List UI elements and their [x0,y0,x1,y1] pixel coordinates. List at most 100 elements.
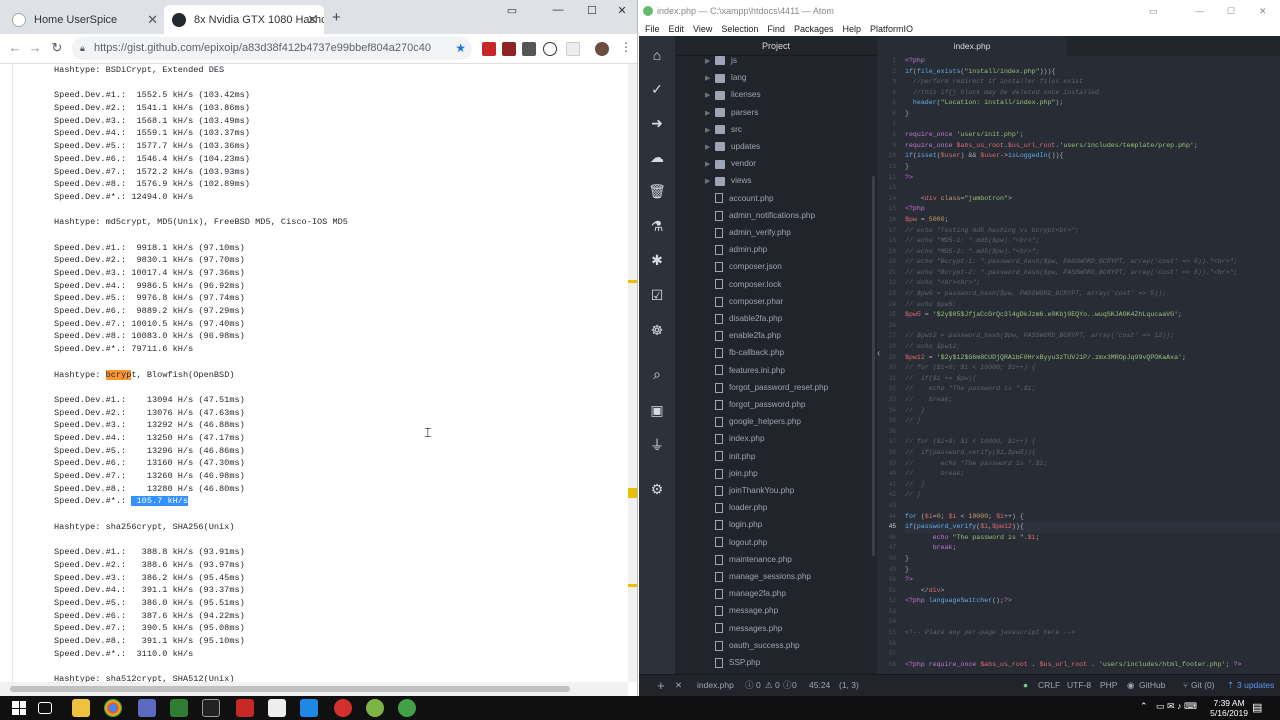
tree-file[interactable]: init.php [715,448,755,465]
avatar[interactable] [595,42,609,56]
scroll-thumb[interactable] [10,686,570,692]
trash-icon[interactable]: 🗑︎ [648,182,666,200]
atom-icon[interactable] [398,699,416,717]
tree-file[interactable]: forgot_password.php [715,396,805,413]
tree-file[interactable]: forgot_password_reset.php [715,379,828,396]
menu-icon[interactable]: ⋮ [620,40,632,54]
menu-item[interactable]: View [693,22,712,36]
tree-file[interactable]: oauth_success.php [715,637,800,654]
menu-item[interactable]: Edit [669,22,685,36]
tree-file[interactable]: messages.php [715,620,782,637]
close-window-icon[interactable]: ✕ [610,4,634,20]
tree-file[interactable]: SSP.php [715,654,760,671]
warnings-count[interactable]: 0 [775,675,780,696]
tray-chevron-icon[interactable]: ⌃ [1140,701,1148,712]
tree-file[interactable]: account.php [715,190,774,207]
tree-folder[interactable]: ▶ js [705,52,737,69]
task-view-icon[interactable] [38,702,52,714]
terminal-icon[interactable] [202,699,220,717]
tree-file[interactable]: maintenance.php [715,551,792,568]
filezilla-icon[interactable] [236,699,254,717]
extension-icon[interactable] [482,42,496,56]
chrome-icon[interactable] [104,699,122,717]
fullscreen-icon[interactable]: ▭ [1149,0,1158,22]
tree-file[interactable]: google_helpers.php [715,413,801,430]
encoding[interactable]: UTF-8 [1067,675,1091,696]
tree-file[interactable]: enable2fa.php [715,327,781,344]
tree-folder[interactable]: ▶ licenses [705,86,761,103]
tree-folder[interactable]: ▶ updates [705,138,760,155]
tree-file[interactable]: composer.lock [715,276,781,293]
address-bar[interactable]: 🔒︎ https://gist.github.com/epixoip/a83d3… [72,37,472,60]
minimize-icon[interactable]: — [1195,0,1204,22]
menu-item[interactable]: Help [842,22,861,36]
menu-item[interactable]: PlatformIO [870,22,913,36]
tree-file[interactable]: logout.php [715,534,767,551]
tab-home-userspice[interactable]: Home UserSpice ✕ [4,5,164,34]
flask-icon[interactable]: ⚗ [648,217,666,235]
tree-folder[interactable]: ▶ src [705,121,742,138]
menu-item[interactable]: Packages [794,22,834,36]
github-button[interactable]: GitHub [1139,675,1165,696]
tree-file[interactable]: composer.phar [715,293,783,310]
updates-button[interactable]: 3 updates [1237,675,1274,696]
status-file[interactable]: index.php [697,675,734,696]
problems-count[interactable]: 0 [756,675,761,696]
close-window-icon[interactable]: ✕ [1259,0,1267,22]
bookmark-star-icon[interactable]: ★ [455,37,466,60]
maximize-icon[interactable]: ☐ [1227,0,1235,22]
calculator-icon[interactable] [268,699,286,717]
plug-icon[interactable]: ⏚ [648,436,666,454]
notification-icon[interactable]: ▤ [1252,701,1262,714]
tree-file[interactable]: loader.php [715,499,767,516]
tree-file[interactable]: index.php [715,430,765,447]
tree-file[interactable]: manage_sessions.php [715,568,811,585]
tree-file[interactable]: login.php [715,516,762,533]
tree-file[interactable]: join.php [715,465,758,482]
tab-gist[interactable]: 8x Nvidia GTX 1080 Hashcat Ben ✕ [164,5,324,34]
tree-file[interactable]: admin_verify.php [715,224,791,241]
tree-file[interactable]: fb-callback.php [715,344,784,361]
git-button[interactable]: Git (0) [1191,675,1215,696]
app-icon[interactable] [138,699,156,717]
pocket-icon[interactable] [543,42,557,56]
alien-icon[interactable]: ☸ [648,321,666,339]
home-icon[interactable]: ⌂ [648,46,666,64]
start-icon[interactable] [12,701,26,715]
gear-icon[interactable]: ⚙ [648,480,666,498]
search-icon[interactable]: ⌕ [648,365,666,383]
check-icon[interactable]: ✓ [648,80,666,98]
tree-file[interactable]: features.ini.php [715,362,785,379]
file-explorer-icon[interactable] [72,699,90,717]
tray-icons[interactable]: ▭ ✉ ♪ ⌨ [1156,701,1197,712]
tree-file[interactable]: composer.json [715,258,782,275]
tree-scrollbar[interactable] [872,176,875,556]
menu-item[interactable]: Find [767,22,785,36]
app-icon[interactable] [334,699,352,717]
back-icon[interactable]: ← [6,40,24,58]
checklist-icon[interactable]: ☑ [648,286,666,304]
arrow-right-icon[interactable]: ➜ [648,114,666,132]
maximize-icon[interactable]: ☐ [580,4,604,20]
extension-icon[interactable] [502,42,516,56]
code-area[interactable]: <?php if(file_exists("install/index.php")… [905,56,1280,674]
vs-icon[interactable] [300,699,318,717]
line-ending[interactable]: CRLF [1038,675,1060,696]
close-tab-icon[interactable]: ✕ [307,12,318,28]
forward-icon[interactable]: → [26,40,44,58]
tree-folder[interactable]: ▶ vendor [705,155,756,172]
tree-file[interactable]: message.php [715,602,778,619]
collapse-dock-icon[interactable]: ‹ [877,348,880,359]
extension-icon[interactable] [522,42,536,56]
close-icon[interactable]: ✕ [675,675,682,696]
tree-file[interactable]: joinThankYou.php [715,482,794,499]
menu-item[interactable]: File [645,22,660,36]
tree-folder[interactable]: ▶ lang [705,69,746,86]
terminal-icon[interactable]: ▣ [648,401,666,419]
app-icon[interactable] [366,699,384,717]
tree-file[interactable]: admin_notifications.php [715,207,815,224]
close-tab-icon[interactable]: ✕ [147,12,158,28]
extension-icon[interactable] [566,42,580,56]
menu-item[interactable]: Selection [721,22,758,36]
infos-count[interactable]: 0 [792,675,797,696]
